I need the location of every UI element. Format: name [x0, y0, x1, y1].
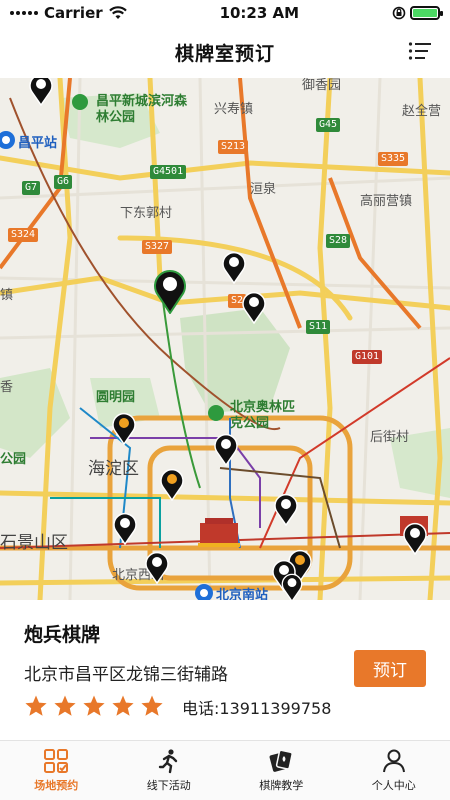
venue-grid-icon	[44, 749, 69, 773]
venue-pin-marker-selected[interactable]	[151, 268, 189, 314]
venue-pin-marker[interactable]	[240, 290, 268, 324]
road-shield: G7	[22, 181, 41, 195]
venue-pin-marker[interactable]	[272, 492, 300, 526]
map-label: 石景山区	[0, 533, 68, 553]
star-icon	[54, 695, 76, 716]
playing-cards-icon	[269, 749, 294, 772]
road-shield: G45	[316, 118, 341, 132]
venue-phone[interactable]: 电话:13911399758	[182, 695, 331, 719]
venue-pin-marker[interactable]	[158, 467, 186, 501]
tab-label: 棋牌教学	[259, 779, 304, 792]
road-shield: G4501	[150, 165, 187, 179]
tab-venue-booking[interactable]: 场地预约	[0, 741, 113, 800]
map-label: 海淀区	[88, 459, 139, 479]
map-label: 公园	[0, 452, 27, 467]
tab-personal-center[interactable]: 个人中心	[338, 741, 450, 800]
star-icon	[112, 695, 134, 716]
tab-chess-teaching[interactable]: 棋牌教学	[225, 741, 338, 800]
venue-pin-marker[interactable]	[27, 78, 55, 106]
road-shield: G6	[54, 175, 73, 189]
battery-icon	[410, 6, 443, 20]
venue-address: 北京市昌平区龙锦三街辅路	[24, 665, 228, 685]
status-bar: Carrier 10:23 AM	[0, 0, 450, 26]
road-shield: S28	[326, 234, 351, 248]
star-icon	[83, 695, 105, 716]
venue-pin-marker[interactable]	[212, 432, 240, 466]
map-label: 镇	[0, 288, 14, 303]
tab-label: 个人中心	[371, 779, 416, 792]
map-view[interactable]: 御香园 昌平新城滨河森林公园 兴寿镇 赵全营 昌平站 下东郭村 洹泉 高丽营镇 …	[0, 78, 450, 600]
venue-pin-marker[interactable]	[111, 511, 139, 545]
road-shield: S335	[378, 152, 409, 166]
map-label: 下东郭村	[120, 206, 173, 221]
venue-pin-marker[interactable]	[278, 572, 306, 600]
road-shield: S11	[306, 320, 331, 334]
bottom-tab-bar: 场地预约 线下活动 棋牌教学 个人中心	[0, 740, 450, 800]
tab-label: 线下活动	[146, 779, 191, 792]
map-label: 北京奥林匹克公园	[230, 400, 296, 431]
map-label: 高丽营镇	[360, 194, 413, 209]
venue-name: 炮兵棋牌	[24, 624, 101, 646]
orientation-lock-icon	[392, 6, 406, 20]
map-label: 昌平新城滨河森林公园	[96, 94, 188, 125]
status-right	[392, 6, 443, 20]
venue-pin-marker[interactable]	[401, 521, 429, 555]
carrier-label: Carrier	[44, 4, 103, 22]
road-shield: G101	[352, 350, 383, 364]
star-icon	[141, 695, 163, 716]
user-profile-icon	[382, 749, 405, 773]
map-label: 后街村	[370, 430, 410, 445]
book-button[interactable]: 预订	[354, 650, 426, 687]
venue-pin-marker[interactable]	[110, 411, 138, 445]
map-label: 御香园	[302, 78, 342, 93]
venue-pin-marker[interactable]	[143, 550, 171, 584]
tab-offline-activities[interactable]: 线下活动	[113, 741, 226, 800]
road-shield: S327	[142, 240, 173, 254]
signal-icon	[10, 11, 38, 15]
status-left: Carrier	[10, 4, 127, 22]
map-label: 香	[0, 380, 14, 395]
star-icon	[25, 695, 47, 716]
venue-info-card[interactable]: 炮兵棋牌 北京市昌平区龙锦三街辅路 预订 电话:13911399758	[0, 600, 450, 740]
map-label: 圆明园	[96, 390, 136, 405]
map-label: 北京南站	[216, 588, 269, 600]
tab-label: 场地预约	[34, 779, 79, 792]
road-shield: S213	[218, 140, 249, 154]
map-label: 洹泉	[250, 182, 277, 197]
app-header: 棋牌室预订	[0, 26, 450, 78]
clock: 10:23 AM	[219, 4, 300, 22]
running-person-icon	[158, 749, 177, 774]
map-label: 赵全营	[402, 104, 442, 119]
page-title: 棋牌室预订	[174, 42, 275, 65]
map-label: 兴寿镇	[214, 102, 254, 117]
wifi-icon	[108, 6, 127, 19]
list-menu-icon[interactable]	[408, 41, 432, 61]
star-rating	[24, 694, 164, 718]
venue-pin-marker[interactable]	[220, 250, 248, 284]
map-label: 昌平站	[18, 136, 58, 151]
road-shield: S324	[8, 228, 39, 242]
